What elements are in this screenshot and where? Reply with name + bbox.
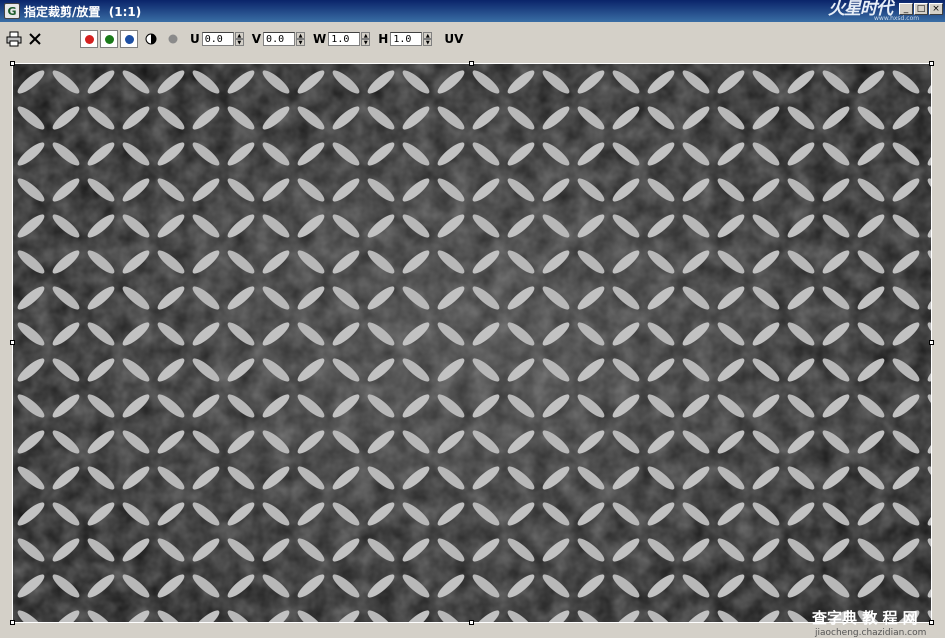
- print-button[interactable]: [5, 30, 23, 48]
- u-down-arrow[interactable]: ▼: [234, 39, 244, 46]
- checker-plate-image: [13, 64, 931, 622]
- crop-handle-top-right[interactable]: [929, 61, 934, 66]
- clear-button[interactable]: [26, 30, 44, 48]
- mono-button[interactable]: [164, 30, 182, 48]
- alpha-icon: [145, 33, 157, 45]
- h-label: H: [378, 32, 389, 46]
- v-input[interactable]: [263, 32, 296, 46]
- toolbar: U ▲▼ V ▲▼ W ▲▼ H ▲▼ UV: [0, 22, 945, 56]
- watermark-main: 查字典 教 程 网: [812, 609, 918, 627]
- red-channel-icon: [84, 34, 94, 44]
- minimize-icon: _: [903, 3, 909, 14]
- green-channel-icon: [104, 34, 114, 44]
- u-input[interactable]: [201, 32, 234, 46]
- w-spinner: ▲▼: [328, 32, 371, 46]
- minimize-button[interactable]: _: [899, 3, 913, 15]
- channel-blue-button[interactable]: [120, 30, 138, 48]
- title-bar[interactable]: G 指定裁剪/放置 (1:1) 火星时代 www.hxsd.com _ □ ×: [0, 0, 945, 22]
- print-icon: [6, 31, 22, 47]
- maximize-icon: □: [916, 3, 926, 14]
- window-title: 指定裁剪/放置 (1:1): [24, 4, 142, 19]
- v-spinner: ▲▼: [263, 32, 306, 46]
- blue-channel-icon: [124, 34, 134, 44]
- close-icon: [29, 33, 41, 45]
- mono-icon: [168, 34, 178, 44]
- h-down-arrow[interactable]: ▼: [423, 39, 433, 46]
- crop-handle-top-center[interactable]: [469, 61, 474, 66]
- h-input[interactable]: [390, 32, 423, 46]
- crop-handle-mid-left[interactable]: [10, 340, 15, 345]
- crop-handle-top-left[interactable]: [10, 61, 15, 66]
- w-up-arrow[interactable]: ▲: [361, 32, 371, 39]
- brand-logo-url: www.hxsd.com: [874, 15, 920, 22]
- watermark-url: jiaocheng.chazidian.com: [815, 628, 927, 638]
- crop-handle-mid-right[interactable]: [929, 340, 934, 345]
- close-icon: ×: [932, 3, 940, 14]
- window-controls: _ □ ×: [899, 3, 943, 15]
- u-spinner: ▲▼: [201, 32, 244, 46]
- image-viewport[interactable]: [12, 63, 932, 623]
- crop-handle-bottom-center[interactable]: [469, 620, 474, 625]
- v-up-arrow[interactable]: ▲: [296, 32, 306, 39]
- h-up-arrow[interactable]: ▲: [423, 32, 433, 39]
- uv-toggle[interactable]: UV: [444, 32, 463, 46]
- u-up-arrow[interactable]: ▲: [234, 32, 244, 39]
- h-spinner: ▲▼: [390, 32, 433, 46]
- crop-handle-bottom-left[interactable]: [10, 620, 15, 625]
- watermark: 查字典 教 程 网 jiaocheng.chazidian.com: [812, 607, 942, 638]
- channel-red-button[interactable]: [80, 30, 98, 48]
- brand-logo: 火星时代 www.hxsd.com: [828, 0, 919, 22]
- app-icon: G: [4, 3, 20, 19]
- u-label: U: [190, 32, 200, 46]
- w-down-arrow[interactable]: ▼: [361, 39, 371, 46]
- close-button[interactable]: ×: [929, 3, 943, 15]
- w-label: W: [313, 32, 327, 46]
- alpha-button[interactable]: [142, 30, 160, 48]
- channel-green-button[interactable]: [100, 30, 118, 48]
- v-down-arrow[interactable]: ▼: [296, 39, 306, 46]
- maximize-button[interactable]: □: [914, 3, 928, 15]
- w-input[interactable]: [328, 32, 361, 46]
- v-label: V: [251, 32, 262, 46]
